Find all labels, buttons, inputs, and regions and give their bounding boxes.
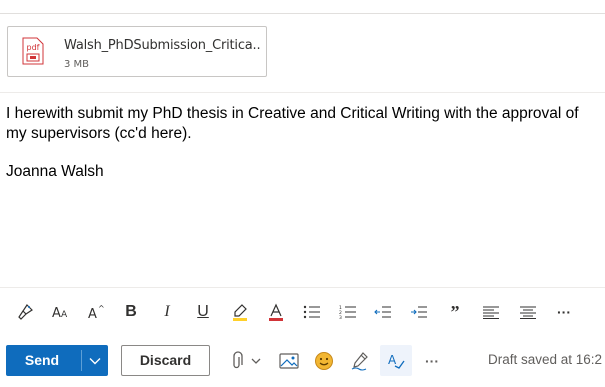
attachment-file-size: 3 MB (64, 59, 90, 70)
bullets-icon[interactable] (297, 296, 327, 328)
signature: Joanna Walsh (6, 163, 104, 180)
svg-text:A: A (61, 310, 68, 320)
attachment-file-name[interactable]: Walsh_PhDSubmission_Critica... (64, 38, 260, 53)
font-color-icon[interactable] (261, 296, 291, 328)
send-label[interactable]: Send (6, 345, 78, 376)
font-size-increase-icon[interactable]: A ^ (81, 296, 111, 328)
top-divider (0, 13, 605, 14)
quote-icon[interactable]: ” (440, 296, 470, 328)
send-button[interactable]: Send (6, 345, 108, 376)
pdf-file-icon: pdf (22, 37, 44, 65)
svg-text:A: A (388, 353, 397, 367)
align-left-icon[interactable] (476, 296, 506, 328)
attach-file-button[interactable] (226, 345, 266, 376)
underline-icon[interactable]: U (188, 296, 218, 328)
more-formatting-icon[interactable]: ··· (549, 296, 579, 328)
pdf-icon-label: pdf (27, 43, 40, 52)
action-bar: Send Discard A ··· Draft saved at 16:2 (0, 338, 605, 387)
svg-text:A: A (52, 306, 61, 320)
editor-icon[interactable]: A (380, 345, 412, 376)
attachment-divider (0, 92, 605, 93)
italic-icon[interactable]: I (152, 296, 182, 328)
highlight-icon[interactable] (225, 296, 255, 328)
send-options-chevron-icon[interactable] (82, 345, 108, 376)
font-size-decrease-icon[interactable]: AA (45, 296, 75, 328)
decrease-indent-icon[interactable] (368, 296, 398, 328)
increase-indent-icon[interactable] (404, 296, 434, 328)
svg-text:3: 3 (339, 315, 342, 319)
insert-picture-icon[interactable] (277, 345, 301, 376)
align-center-icon[interactable] (513, 296, 543, 328)
numbering-icon[interactable]: 123 (333, 296, 363, 328)
format-toolbar-divider (0, 287, 605, 288)
emoji-icon[interactable] (312, 345, 336, 376)
svg-text:^: ^ (98, 304, 105, 313)
message-paragraph: I herewith submit my PhD thesis in Creat… (6, 105, 579, 142)
svg-text:A: A (88, 307, 97, 320)
discard-button[interactable]: Discard (121, 345, 210, 376)
bold-icon[interactable]: B (116, 296, 146, 328)
signature-pen-icon[interactable] (347, 345, 373, 376)
format-toolbar: AA A ^ B I U 123 ” ··· (0, 296, 605, 328)
more-actions-icon[interactable]: ··· (418, 345, 446, 376)
format-painter-icon[interactable] (11, 296, 41, 328)
draft-status: Draft saved at 16:2 (488, 352, 603, 367)
attachment-card[interactable]: pdf Walsh_PhDSubmission_Critica... 3 MB (7, 26, 267, 77)
paperclip-icon (233, 350, 261, 368)
message-body[interactable]: I herewith submit my PhD thesis in Creat… (6, 104, 602, 144)
